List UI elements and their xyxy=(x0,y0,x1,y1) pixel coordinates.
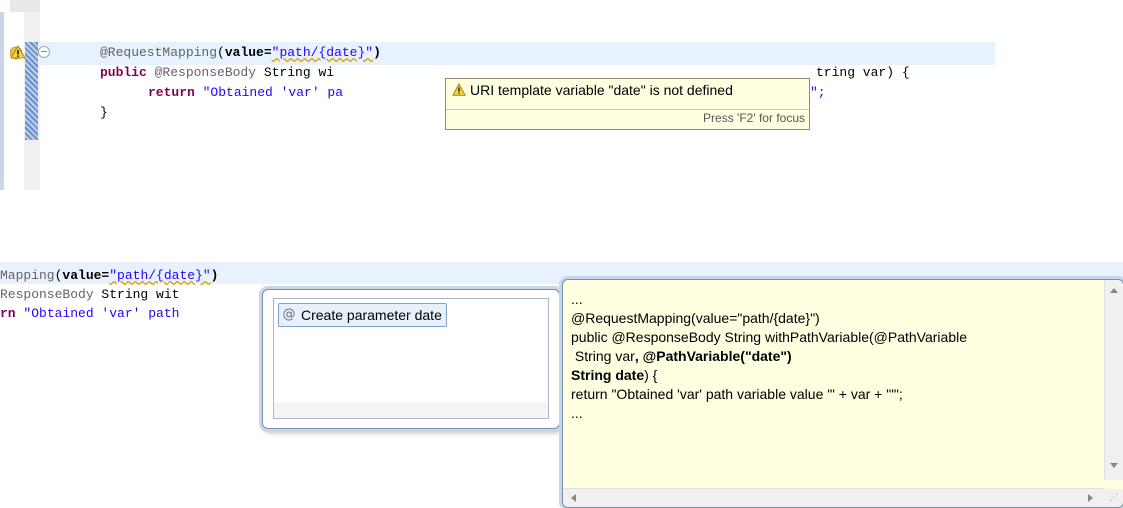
resize-grip-icon[interactable]: ⋰ xyxy=(1105,489,1123,507)
code-line-1: Mapping(value="path/{date}") xyxy=(0,268,219,283)
quick-fix-preview[interactable]: ... @RequestMapping(value="path/{date}")… xyxy=(562,279,1123,508)
code-line-2-tail: tring var) { xyxy=(816,65,910,80)
quick-fix-item-label: Create parameter date xyxy=(301,307,442,323)
preview-line: return "Obtained 'var' path variable val… xyxy=(571,386,903,402)
problem-hover-tooltip[interactable]: URI template variable "date" is not defi… xyxy=(445,78,810,130)
scroll-left-arrow-icon[interactable] xyxy=(571,494,576,502)
quick-fix-status-bar xyxy=(273,402,549,419)
at-annotation-icon: @ xyxy=(282,307,296,322)
code-line-3: rn "Obtained 'var' path xyxy=(0,306,180,321)
quick-fix-popup[interactable]: @ Create parameter date xyxy=(262,289,560,429)
preview-line: public @ResponseBody String withPathVari… xyxy=(571,329,968,345)
scroll-up-arrow-icon[interactable] xyxy=(1110,288,1118,293)
quick-fix-list[interactable]: @ Create parameter date xyxy=(273,298,549,404)
warning-icon xyxy=(452,83,466,96)
overview-ruler xyxy=(0,12,4,190)
gutter-shade xyxy=(10,0,40,12)
code-line-2: ResponseBody String wit xyxy=(0,287,180,302)
code-line-3-tail: "; xyxy=(810,85,826,100)
quick-fix-item-create-parameter[interactable]: @ Create parameter date xyxy=(278,303,447,327)
preview-text: ... @RequestMapping(value="path/{date}")… xyxy=(571,290,967,423)
scroll-down-arrow-icon[interactable] xyxy=(1110,463,1118,468)
vertical-scrollbar[interactable] xyxy=(1104,280,1123,480)
hover-message-text: URI template variable "date" is not defi… xyxy=(470,82,733,98)
hover-message: URI template variable "date" is not defi… xyxy=(452,82,733,98)
code-line-2: public @ResponseBody String wi xyxy=(100,65,335,80)
collapse-fold-icon[interactable] xyxy=(38,46,50,58)
code-line-1: @RequestMapping(value="path/{date}") xyxy=(100,45,381,60)
warning-icon[interactable] xyxy=(10,44,26,60)
preview-line: String date) { xyxy=(571,367,658,383)
quick-diff-change-marker xyxy=(25,42,38,140)
top-code-editor[interactable]: @RequestMapping(value="path/{date}") pub… xyxy=(0,0,1123,190)
preview-line: String var, @PathVariable("date") xyxy=(571,348,792,364)
preview-line: @RequestMapping(value="path/{date}") xyxy=(571,310,820,326)
scroll-right-arrow-icon[interactable] xyxy=(1088,494,1093,502)
code-line-3: return "Obtained 'var' pa xyxy=(148,85,344,100)
hover-separator xyxy=(446,109,809,110)
code-line-4: } xyxy=(100,105,108,120)
preview-line: ... xyxy=(571,405,583,421)
horizontal-scrollbar[interactable] xyxy=(563,488,1105,507)
hover-focus-hint: Press 'F2' for focus xyxy=(703,111,805,125)
preview-line: ... xyxy=(571,291,583,307)
